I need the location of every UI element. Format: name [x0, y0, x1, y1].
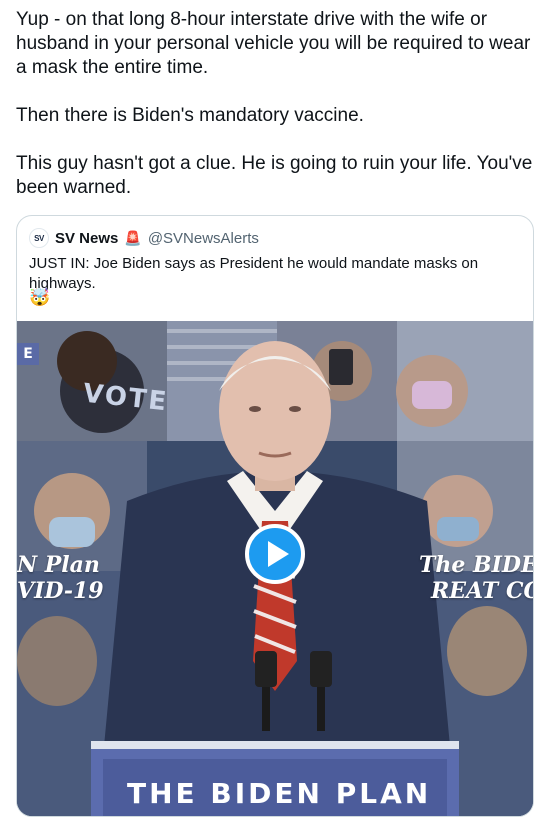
backdrop-text-right-2: REAT CO — [431, 578, 533, 604]
quoted-tweet-text: JUST IN: Joe Biden says as President he … — [29, 255, 479, 292]
siren-icon: 🚨 — [124, 229, 142, 246]
video-player[interactable]: E VOTE N Plan VID-19 The BIDE REAT CO TH… — [17, 321, 533, 816]
tweet-paragraph: This guy hasn't got a clue. He is going … — [16, 153, 533, 198]
author-name[interactable]: SV News — [55, 230, 118, 247]
backdrop-text-left-2: VID-19 — [17, 578, 104, 604]
backdrop-text-right-1: The BIDE — [419, 552, 533, 578]
backdrop-text-left-1: N Plan — [17, 552, 100, 578]
tweet-paragraph: Then there is Biden's mandatory vaccine. — [16, 105, 364, 126]
avatar[interactable]: SV — [29, 228, 49, 248]
play-button[interactable] — [245, 524, 305, 584]
backdrop-sign-fragment: E — [17, 343, 39, 365]
quoted-tweet-card[interactable]: SV SV News 🚨 @SVNewsAlerts JUST IN: Joe … — [16, 215, 534, 817]
podium-sign: THE BIDEN PLAN — [127, 777, 432, 810]
exploding-head-icon: 🤯 — [29, 288, 51, 307]
tweet-body: Yup - on that long 8-hour interstate dri… — [16, 8, 536, 200]
author-handle[interactable]: @SVNewsAlerts — [148, 230, 259, 247]
play-icon — [267, 541, 289, 567]
quoted-tweet-header: SV SV News 🚨 @SVNewsAlerts — [29, 228, 259, 248]
tweet-paragraph: Yup - on that long 8-hour interstate dri… — [16, 9, 531, 78]
